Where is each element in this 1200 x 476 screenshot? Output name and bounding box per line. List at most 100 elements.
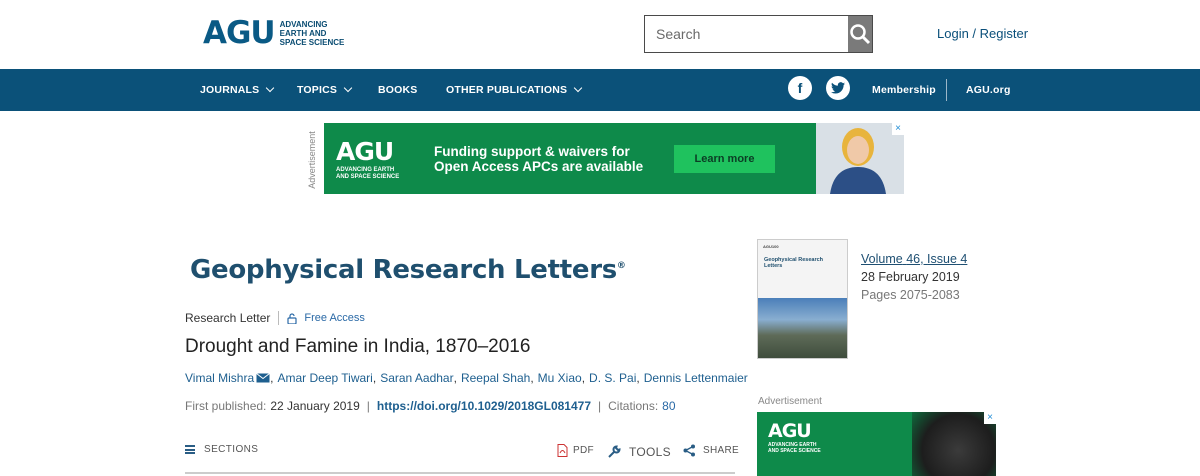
twitter-icon[interactable]: [826, 76, 850, 100]
facebook-icon[interactable]: f: [788, 76, 812, 100]
volume-label: Volume: [861, 252, 903, 266]
first-published-label: First published:: [185, 399, 267, 413]
menu-icon: [185, 445, 195, 454]
login-register-link[interactable]: Login / Register: [937, 26, 1028, 41]
author-separator: ,: [530, 371, 534, 385]
advertisement-label: Advertisement: [758, 396, 822, 407]
cover-title: Geophysical Research Letters: [764, 257, 824, 269]
nav-agu-org[interactable]: AGU.org: [966, 69, 1011, 111]
chevron-down-icon: [343, 83, 353, 93]
wrench-icon: [608, 445, 621, 458]
article-toolbar: SECTIONS PDF TOOLS SHARE: [185, 440, 739, 464]
journal-title-text: Geophysical Research Letters: [190, 255, 617, 285]
issue-number: 4: [960, 252, 968, 266]
volume-issue-link[interactable]: Volume 46, Issue 4: [861, 252, 967, 266]
search-box: [644, 15, 873, 53]
share-button[interactable]: SHARE: [683, 444, 739, 457]
search-button[interactable]: [848, 16, 872, 52]
chevron-down-icon: [574, 83, 583, 93]
divider: |: [366, 399, 370, 413]
nav-journals-label: JOURNALS: [200, 84, 260, 96]
logo-wordmark: AGU: [203, 15, 276, 51]
nav-membership[interactable]: Membership: [872, 69, 936, 111]
article-title: Drought and Famine in India, 1870–2016: [185, 336, 531, 357]
first-published-date: 22 January 2019: [270, 399, 360, 413]
ad-close-icon[interactable]: ×: [984, 412, 996, 424]
nav-books[interactable]: BOOKS: [378, 69, 418, 111]
logo-tagline: ADVANCING EARTH AND SPACE SCIENCE: [279, 19, 345, 47]
ad-agu-logo: AGU: [336, 137, 394, 166]
sections-button[interactable]: SECTIONS: [185, 444, 258, 455]
search-input[interactable]: [645, 16, 848, 52]
nav-journals[interactable]: JOURNALS: [200, 69, 275, 111]
cover-header: AGU100: [763, 244, 779, 249]
site-header: AGU ADVANCING EARTH AND SPACE SCIENCE Lo…: [0, 0, 1200, 69]
journal-title[interactable]: Geophysical Research Letters®: [190, 255, 626, 285]
ad-agu-tagline: ADVANCING EARTH AND SPACE SCIENCE: [336, 167, 400, 180]
ad-banner-top[interactable]: AGU ADVANCING EARTH AND SPACE SCIENCE Fu…: [324, 123, 904, 194]
twitter-bird-icon: [831, 82, 845, 94]
nav-divider: [946, 79, 947, 101]
agu-logo[interactable]: AGU ADVANCING EARTH AND SPACE SCIENCE: [203, 16, 350, 50]
toolbar-divider: [185, 472, 735, 474]
tools-button[interactable]: TOOLS: [607, 444, 671, 459]
pdf-button[interactable]: PDF: [557, 444, 594, 457]
author-link[interactable]: Amar Deep Tiwari: [277, 371, 372, 385]
author-link[interactable]: Vimal Mishra: [185, 371, 254, 385]
issue-label: Issue: [927, 252, 957, 266]
nav-other-publications[interactable]: OTHER PUBLICATIONS: [446, 69, 583, 111]
advertisement-label-text: Advertisement: [307, 131, 317, 189]
issue-volume-line: Volume 46, Issue 4: [861, 250, 967, 268]
ad-headline: Funding support & waivers for Open Acces…: [434, 144, 644, 174]
nav-membership-label: Membership: [872, 84, 936, 96]
ad-learn-more-button[interactable]: Learn more: [674, 145, 775, 173]
doi-link[interactable]: https://doi.org/10.1029/2018GL081477: [377, 399, 591, 413]
nav-agu-org-label: AGU.org: [966, 84, 1011, 96]
share-label: SHARE: [703, 445, 739, 456]
citations-label: Citations:: [608, 399, 659, 413]
share-icon: [683, 444, 695, 457]
ad-close-icon[interactable]: ×: [892, 123, 904, 135]
advertisement-label: Advertisement: [305, 127, 319, 193]
issue-date: 28 February 2019: [861, 270, 960, 284]
sections-label: SECTIONS: [204, 444, 259, 455]
issue-info: Volume 46, Issue 4 28 February 2019 Page…: [861, 250, 967, 304]
divider: [278, 311, 280, 325]
pdf-label: PDF: [573, 445, 594, 456]
nav-other-publications-label: OTHER PUBLICATIONS: [446, 84, 568, 96]
author-link[interactable]: Dennis Lettenmaier: [644, 371, 748, 385]
ad-agu-tagline: ADVANCING EARTH AND SPACE SCIENCE: [768, 442, 821, 454]
author-link[interactable]: D. S. Pai: [589, 371, 636, 385]
author-list: Vimal Mishra , Amar Deep Tiwari, Saran A…: [185, 371, 748, 385]
publication-info: First published: 22 January 2019 | https…: [185, 399, 676, 413]
envelope-icon[interactable]: [256, 373, 270, 383]
article-type-row: Research Letter Free Access: [185, 311, 365, 325]
ad-banner-side[interactable]: AGU ADVANCING EARTH AND SPACE SCIENCE ×: [757, 412, 996, 476]
nav-topics-label: TOPICS: [297, 84, 338, 96]
author-link[interactable]: Mu Xiao: [538, 371, 582, 385]
free-access-badge: Free Access: [304, 312, 365, 324]
citations-count-link[interactable]: 80: [662, 399, 675, 413]
pdf-icon: [557, 444, 568, 457]
journal-cover-image[interactable]: AGU100 Geophysical Research Letters: [757, 239, 848, 359]
unlock-icon: [287, 312, 297, 324]
volume-number: 46: [906, 252, 921, 266]
divider: |: [598, 399, 602, 413]
author-separator: ,: [372, 371, 377, 385]
woman-photo-image: [816, 123, 904, 194]
issue-pages: Pages 2075-2083: [861, 288, 960, 302]
author-separator: ,: [581, 371, 586, 385]
author-link[interactable]: Reepal Shah: [461, 371, 530, 385]
article-type: Research Letter: [185, 311, 271, 325]
ad-photo: [816, 123, 904, 194]
author-separator: ,: [270, 371, 274, 385]
cover-landscape: [758, 298, 847, 358]
nav-books-label: BOOKS: [378, 84, 418, 96]
nav-topics[interactable]: TOPICS: [297, 69, 353, 111]
registered-mark: ®: [616, 261, 626, 271]
ad-agu-logo: AGU: [768, 420, 812, 442]
tools-label: TOOLS: [629, 444, 671, 459]
search-icon: [850, 24, 871, 45]
chevron-down-icon: [266, 83, 275, 93]
author-link[interactable]: Saran Aadhar: [380, 371, 453, 385]
